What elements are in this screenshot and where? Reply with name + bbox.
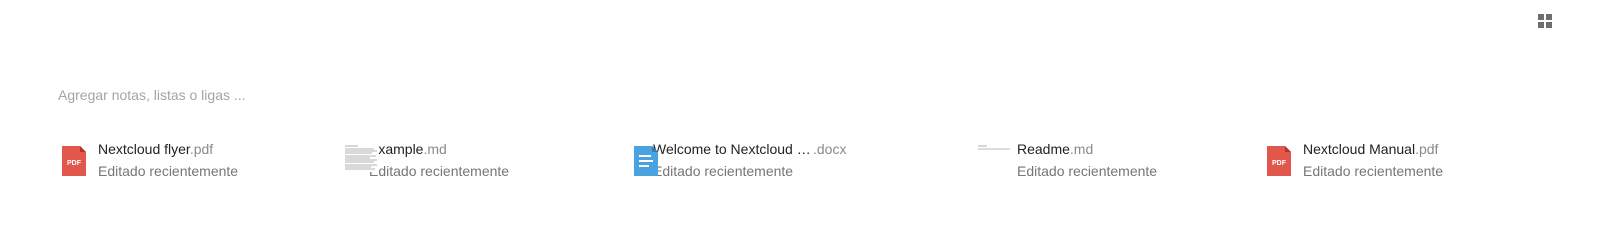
text-preview-thumbnail xyxy=(977,138,1017,182)
pdf-icon: PDF xyxy=(1263,138,1303,182)
recent-files: PDF Nextcloud flyer.pdf Editado reciente… xyxy=(58,138,1523,182)
svg-text:PDF: PDF xyxy=(1272,160,1287,167)
file-subtitle: Editado recientemente xyxy=(98,163,239,179)
file-name: Nextcloud Manual.pdf xyxy=(1303,141,1439,157)
file-name: Welcome to Nextcloud H... .docx xyxy=(653,141,847,157)
notes-input[interactable]: Agregar notas, listas o ligas ... xyxy=(58,85,758,105)
file-subtitle: Editado recientemente xyxy=(1303,163,1444,179)
file-item-nextcloud-flyer[interactable]: PDF Nextcloud flyer.pdf Editado reciente… xyxy=(58,138,344,182)
dashboard-page: Agregar notas, listas o ligas ... PDF Ne… xyxy=(0,0,1620,212)
file-name: Example.md xyxy=(369,141,447,157)
text-preview-thumbnail xyxy=(344,138,384,182)
svg-text:PDF: PDF xyxy=(67,160,82,167)
document-icon xyxy=(630,138,670,182)
file-subtitle: Editado recientemente xyxy=(1017,163,1158,179)
file-item-nextcloud-manual[interactable]: PDF Nextcloud Manual.pdf Editado recient… xyxy=(1263,138,1523,182)
grid-view-icon[interactable] xyxy=(1538,14,1554,30)
file-subtitle: Editado recientemente xyxy=(653,163,794,179)
file-item-example[interactable]: Example.md Editado recientemente xyxy=(344,138,630,182)
pdf-icon: PDF xyxy=(58,138,98,182)
file-name: Nextcloud flyer.pdf xyxy=(98,141,214,157)
file-item-welcome[interactable]: Welcome to Nextcloud H... .docx Editado r… xyxy=(630,138,977,182)
file-name: Readme.md xyxy=(1017,141,1094,157)
file-subtitle: Editado recientemente xyxy=(369,163,510,179)
file-item-readme[interactable]: Readme.md Editado recientemente xyxy=(977,138,1263,182)
